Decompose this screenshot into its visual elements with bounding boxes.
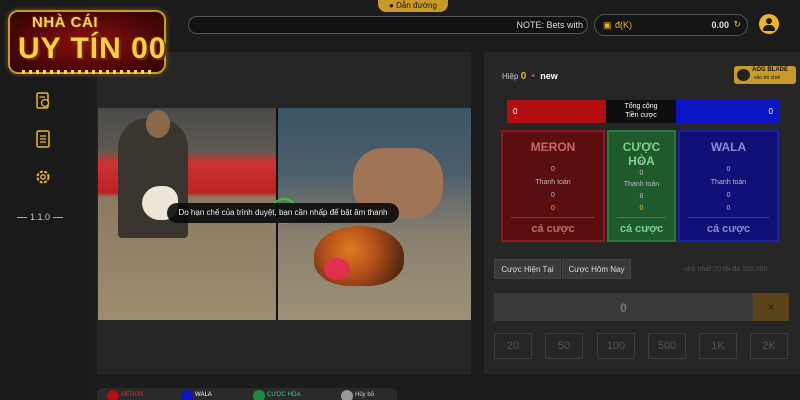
round-number: 0 xyxy=(520,71,527,82)
legend-draw: CƯỢC HÒA xyxy=(253,390,301,400)
legend-cancel-label: Hủy bỏ xyxy=(355,392,375,398)
clear-amount-button[interactable]: × xyxy=(753,293,789,321)
draw-dot-icon xyxy=(253,390,265,400)
meron-my-bet: 0 xyxy=(551,205,555,212)
round-status: new xyxy=(540,71,558,81)
legend-meron-label: MERON xyxy=(121,392,144,398)
balance-amount: 0.00 xyxy=(711,20,729,30)
wala-bet-button[interactable]: cá cược xyxy=(680,223,777,235)
wallet-icon: ▣ xyxy=(603,20,612,30)
wala-divider xyxy=(688,217,769,218)
meron-payout: 0 xyxy=(551,192,555,199)
draw-amount-2: 0 xyxy=(639,170,644,177)
legend-wala-label: WALA xyxy=(195,392,212,398)
meron-bet-box[interactable]: MERON 0 Thanh toán 0 0 cá cược xyxy=(501,130,605,242)
legend-cancel: Hủy bỏ xyxy=(341,390,374,400)
guide-label: Dẫn đường xyxy=(396,1,437,10)
guide-icon: ● xyxy=(389,1,394,10)
tab-today-bets[interactable]: Cược Hôm Nay xyxy=(562,259,631,279)
draw-bet-box[interactable]: CƯỢC HÒA 0 0 Thanh toán 8 0 cá cược xyxy=(607,130,676,242)
aog-subtitle: vào trò chơi xyxy=(754,75,781,81)
logo-line-1: NHÀ CÁI xyxy=(32,14,98,31)
aog-title: AOG BLADE xyxy=(752,67,788,73)
draw-payout: 8 xyxy=(639,193,644,200)
chip-1k[interactable]: 1K xyxy=(699,333,737,359)
wala-title: WALA xyxy=(710,140,747,154)
bet-amount-input[interactable]: 0 xyxy=(494,293,753,321)
legend-wala: WALA xyxy=(181,390,212,400)
meron-divider xyxy=(511,217,595,218)
wala-payout: 0 xyxy=(726,192,731,199)
total-label: Tổng cộng Tiền cược xyxy=(606,100,676,123)
total-label-1: Tổng cộng xyxy=(624,103,658,110)
currency-label: đ(K) xyxy=(615,20,633,30)
total-wala: 0 xyxy=(676,100,779,123)
total-meron: 0 xyxy=(507,100,606,123)
cancel-dot-icon xyxy=(341,390,353,400)
balance-pill: ▣ đ(K) 0.00 ↻ xyxy=(594,14,748,36)
chip-100[interactable]: 100 xyxy=(597,333,635,359)
meron-bet-button[interactable]: cá cược xyxy=(503,223,603,235)
logo-lights xyxy=(22,70,152,74)
bet-limits: nhỏ nhất:20 tối đa:100,000 xyxy=(684,266,768,273)
result-legend-strip: MERON WALA CƯỢC HÒA Hủy bỏ xyxy=(97,388,397,400)
aog-logo-icon xyxy=(737,69,750,81)
app-version: 1.1.0 xyxy=(10,212,70,222)
chip-20[interactable]: 20 xyxy=(494,333,532,359)
meron-payout-label: Thanh toán xyxy=(535,179,571,186)
tab-current-bets[interactable]: Cược Hiện Tại xyxy=(494,259,561,279)
meron-title: MERON xyxy=(530,140,576,154)
wala-amount: 0 xyxy=(726,166,731,173)
round-info: Hiệp 0 • new xyxy=(502,71,558,82)
logo-line-2: UY TÍN 00 xyxy=(18,32,167,65)
wala-bet-box[interactable]: WALA 0 Thanh toán 0 0 cá cược xyxy=(678,130,779,242)
chip-2k[interactable]: 2K xyxy=(750,333,788,359)
meron-dot-icon xyxy=(107,390,119,400)
notice-marquee: NOTE: Bets with xyxy=(188,16,588,34)
draw-my-bet: 0 xyxy=(639,205,644,212)
app-root: NHÀ CÁI UY TÍN 00 1.1.0 ● Dẫn đường NOTE… xyxy=(0,0,800,400)
total-bets-bar: 0 Tổng cộng Tiền cược 0 xyxy=(507,100,779,123)
rooster-comb xyxy=(324,258,350,280)
wala-dot-icon xyxy=(181,390,193,400)
user-avatar-icon[interactable] xyxy=(759,14,779,34)
draw-divider xyxy=(617,217,666,218)
wala-payout-label: Thanh toán xyxy=(710,179,747,186)
chip-50[interactable]: 50 xyxy=(545,333,583,359)
draw-payout-label: Thanh toán xyxy=(623,181,660,188)
sound-notice-toast[interactable]: Do hạn chế của trình duyệt, bạn cần nhấp… xyxy=(167,203,399,223)
gear-icon[interactable] xyxy=(33,168,53,188)
handler-head xyxy=(146,110,170,138)
meron-amount: 0 xyxy=(551,166,555,173)
status-dot-icon: • xyxy=(531,71,535,82)
aog-blade-button[interactable]: AOG BLADE vào trò chơi xyxy=(734,66,796,84)
chip-500[interactable]: 500 xyxy=(648,333,686,359)
draw-amount: 0 xyxy=(639,160,644,167)
legend-draw-label: CƯỢC HÒA xyxy=(267,392,301,398)
guide-button[interactable]: ● Dẫn đường xyxy=(378,0,448,12)
legend-meron: MERON xyxy=(107,390,143,400)
brand-logo[interactable]: NHÀ CÁI UY TÍN 00 xyxy=(8,6,168,78)
wala-my-bet: 0 xyxy=(726,205,731,212)
draw-bet-button[interactable]: cá cược xyxy=(609,223,674,235)
document-list-icon[interactable] xyxy=(33,130,53,150)
money-bill-icon[interactable] xyxy=(33,92,53,112)
refresh-icon[interactable]: ↻ xyxy=(733,19,741,30)
round-label: Hiệp xyxy=(502,72,519,81)
total-label-2: Tiền cược xyxy=(625,112,657,119)
